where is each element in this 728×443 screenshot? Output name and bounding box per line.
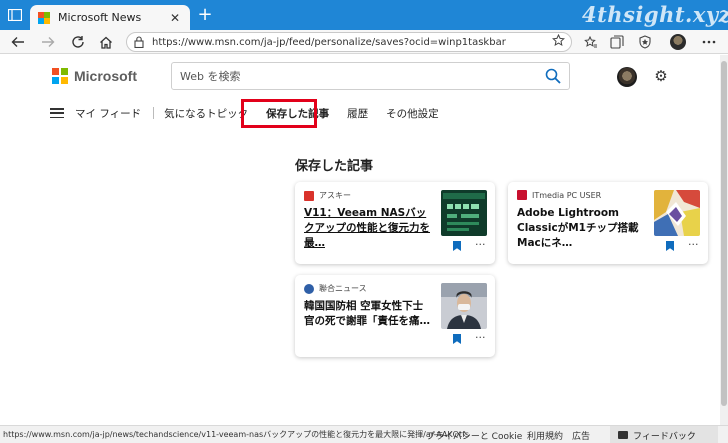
microsoft-logo-icon xyxy=(52,68,68,84)
url-text[interactable]: https://www.msn.com/ja-jp/feed/personali… xyxy=(152,37,552,48)
favorites-icon[interactable] xyxy=(582,33,600,51)
article-thumbnail[interactable] xyxy=(441,283,487,329)
tab-close-icon[interactable]: ✕ xyxy=(168,11,182,25)
source-name: 聯合ニュース xyxy=(319,284,367,293)
refresh-icon[interactable] xyxy=(68,32,88,52)
nav-my-feed[interactable]: マイ フィード xyxy=(75,106,141,121)
section-title: 保存した記事 xyxy=(295,159,374,174)
article-headline[interactable]: V11：Veeam NASバックアップの性能と復元力を最… xyxy=(304,206,432,251)
source-name: ITmedia PC USER xyxy=(532,190,602,200)
profile-avatar-icon[interactable] xyxy=(670,34,686,50)
article-card[interactable]: アスキー V11：Veeam NASバックアップの性能と復元力を最… ··· xyxy=(295,182,495,264)
add-favorite-icon[interactable] xyxy=(552,33,565,50)
annotation-highlight-box xyxy=(241,99,317,128)
browser-tab[interactable]: Microsoft News ✕ xyxy=(30,5,190,30)
source-name: アスキー xyxy=(319,191,351,200)
msn-page: Microsoft Web を検索 ⚙ マイ フィード 気になるトピック 保存し… xyxy=(0,55,728,425)
home-icon[interactable] xyxy=(96,32,116,52)
ads-link[interactable]: 広告 xyxy=(572,429,590,442)
lock-icon[interactable] xyxy=(133,36,145,48)
browser-toolbar: https://www.msn.com/ja-jp/feed/personali… xyxy=(0,30,728,54)
feedback-button[interactable]: フィードバック xyxy=(610,426,718,443)
nav-other-settings[interactable]: その他設定 xyxy=(386,106,439,121)
more-options-icon[interactable] xyxy=(700,33,718,51)
article-source: 聯合ニュース xyxy=(304,283,367,294)
browser-essentials-icon[interactable] xyxy=(636,33,654,51)
page-scrollbar[interactable] xyxy=(720,55,728,425)
address-bar[interactable]: https://www.msn.com/ja-jp/feed/personali… xyxy=(126,32,572,52)
nav-history[interactable]: 履歴 xyxy=(347,106,368,121)
search-icon[interactable] xyxy=(545,68,561,84)
hamburger-menu-icon[interactable] xyxy=(50,108,64,118)
yonhap-logo-icon xyxy=(304,283,314,294)
settings-gear-icon[interactable]: ⚙ xyxy=(653,68,669,84)
scrollbar-thumb[interactable] xyxy=(721,61,727,406)
search-input[interactable]: Web を検索 xyxy=(171,62,570,90)
brand-name: Microsoft xyxy=(74,68,137,84)
nav-interests[interactable]: 気になるトピック xyxy=(164,106,248,121)
status-bar: https://www.msn.com/ja-jp/news/techandsc… xyxy=(0,425,728,443)
back-icon[interactable] xyxy=(8,32,28,52)
more-options-icon[interactable]: ··· xyxy=(475,331,486,344)
microsoft-logo[interactable]: Microsoft xyxy=(52,68,137,84)
article-headline[interactable]: Adobe Lightroom ClassicがM1チップ搭載Macにネ… xyxy=(517,206,645,251)
user-avatar[interactable] xyxy=(617,67,637,87)
microsoft-news-favicon-icon xyxy=(38,11,50,24)
browser-titlebar: Microsoft News ✕ + 4thsight.xyz xyxy=(0,0,728,30)
feedback-icon xyxy=(618,431,628,439)
bookmark-icon[interactable] xyxy=(666,241,674,251)
article-source: アスキー xyxy=(304,190,351,201)
feedback-label: フィードバック xyxy=(633,431,696,442)
article-card[interactable]: ITmedia PC USER Adobe Lightroom Classicが… xyxy=(508,182,708,264)
collections-icon[interactable] xyxy=(608,33,626,51)
forward-icon[interactable] xyxy=(38,32,58,52)
bookmark-icon[interactable] xyxy=(453,334,461,344)
tab-title: Microsoft News xyxy=(58,11,142,24)
privacy-cookie-link[interactable]: プライバシーと Cookie xyxy=(426,429,522,442)
itmedia-logo-icon xyxy=(517,190,527,200)
tab-actions-icon[interactable] xyxy=(6,7,24,23)
watermark: 4thsight.xyz xyxy=(582,2,728,27)
article-thumbnail[interactable] xyxy=(654,190,700,236)
ascii-logo-icon xyxy=(304,190,314,201)
nav-divider xyxy=(153,107,155,119)
article-card[interactable]: 聯合ニュース 韓国国防相 空軍女性下士官の死で謝罪「責任を痛… ··· xyxy=(295,275,495,357)
search-placeholder: Web を検索 xyxy=(180,70,241,83)
article-headline[interactable]: 韓国国防相 空軍女性下士官の死で謝罪「責任を痛… xyxy=(304,299,432,329)
more-options-icon[interactable]: ··· xyxy=(688,238,699,251)
new-tab-button[interactable]: + xyxy=(196,6,214,25)
article-thumbnail[interactable] xyxy=(441,190,487,236)
more-options-icon[interactable]: ··· xyxy=(475,238,486,251)
terms-link[interactable]: 利用規約 xyxy=(527,429,563,442)
article-source: ITmedia PC USER xyxy=(517,190,601,200)
status-url: https://www.msn.com/ja-jp/news/techandsc… xyxy=(3,430,470,439)
bookmark-icon[interactable] xyxy=(453,241,461,251)
